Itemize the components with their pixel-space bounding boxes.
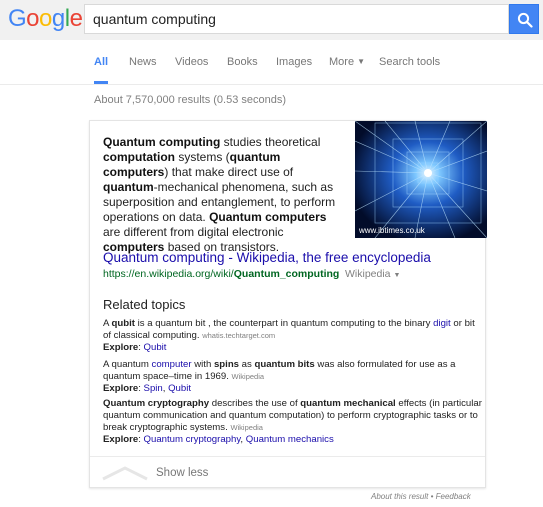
tab-videos[interactable]: Videos xyxy=(175,56,208,68)
topic-image[interactable]: www.ibtimes.co.uk xyxy=(355,121,487,238)
show-less-button[interactable]: Show less xyxy=(156,467,208,479)
wikipedia-link[interactable]: Quantum computing - Wikipedia, the free … xyxy=(103,250,431,265)
explore-spin-link[interactable]: Spin xyxy=(144,383,163,394)
header-bar: Google quantum computing xyxy=(0,0,543,40)
explore-qubit-link[interactable]: Qubit xyxy=(168,383,191,394)
tab-all[interactable]: All xyxy=(94,56,108,68)
related-topic-spins: A quantum computer with spins as quantum… xyxy=(103,359,456,394)
chevron-down-icon: ▼ xyxy=(393,272,401,279)
feedback-link[interactable]: Feedback xyxy=(436,492,471,501)
computer-link[interactable]: computer xyxy=(152,359,192,370)
explore-quantum-mechanics-link[interactable]: Quantum mechanics xyxy=(246,434,334,445)
tab-news[interactable]: News xyxy=(129,56,157,68)
search-button[interactable] xyxy=(509,4,539,34)
about-result-link[interactable]: About this result xyxy=(371,492,428,501)
tab-more-label: More xyxy=(329,56,355,68)
card-divider xyxy=(90,456,485,457)
tab-images[interactable]: Images xyxy=(276,56,312,68)
knowledge-panel: Quantum computing studies theoretical co… xyxy=(89,120,487,488)
google-logo[interactable]: Google xyxy=(8,5,83,33)
related-topics-heading: Related topics xyxy=(103,297,186,312)
topic-description: Quantum computing studies theoretical co… xyxy=(103,135,336,254)
tab-more[interactable]: More ▼ xyxy=(329,56,365,68)
active-tab-indicator xyxy=(94,81,108,84)
quantum-grid-image xyxy=(355,121,487,238)
related-topic-qubit: A qubit is a quantum bit , the counterpa… xyxy=(103,318,475,353)
chevron-up-icon[interactable] xyxy=(101,465,149,481)
search-tabs: All News Videos Books Images More ▼ Searc… xyxy=(0,40,543,85)
result-stats: About 7,570,000 results (0.53 seconds) xyxy=(94,94,287,106)
digit-link[interactable]: digit xyxy=(433,318,451,329)
chevron-down-icon: ▼ xyxy=(357,57,365,66)
tab-search-tools[interactable]: Search tools xyxy=(379,56,440,68)
result-footer: About this result • Feedback xyxy=(371,492,471,501)
explore-qubit-link[interactable]: Qubit xyxy=(144,342,167,353)
image-caption: www.ibtimes.co.uk xyxy=(359,226,425,235)
wikipedia-url: https://en.wikipedia.org/wiki/Quantum_co… xyxy=(103,268,340,280)
related-topic-cryptography: Quantum cryptography describes the use o… xyxy=(103,398,482,445)
tab-books[interactable]: Books xyxy=(227,56,258,68)
search-input[interactable]: quantum computing xyxy=(84,4,509,34)
explore-quantum-cryptography-link[interactable]: Quantum cryptography xyxy=(144,434,241,445)
search-icon xyxy=(517,12,533,28)
source-dropdown[interactable]: Wikipedia ▼ xyxy=(345,268,400,280)
